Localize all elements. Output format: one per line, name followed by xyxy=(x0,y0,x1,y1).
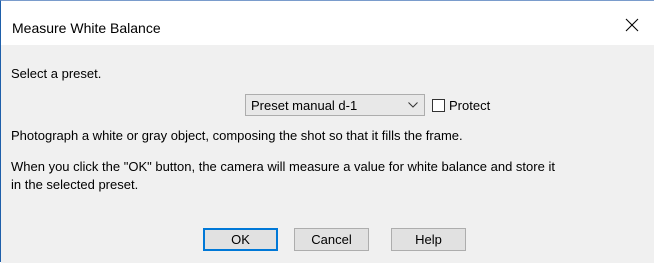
protect-checkbox-group[interactable]: Protect xyxy=(432,95,490,115)
info-text-line1: When you click the "OK" button, the came… xyxy=(11,159,555,174)
protect-label: Protect xyxy=(449,97,491,113)
dialog-body: Select a preset. Preset manual d-1 Prote… xyxy=(1,45,654,263)
cancel-button[interactable]: Cancel xyxy=(294,228,369,251)
dialog-title: Measure White Balance xyxy=(12,20,161,36)
preset-select-value: Preset manual d-1 xyxy=(251,97,358,113)
help-button[interactable]: Help xyxy=(391,228,466,251)
instruction-text: Photograph a white or gray object, compo… xyxy=(11,128,463,143)
protect-checkbox[interactable] xyxy=(432,98,445,112)
preset-select[interactable]: Preset manual d-1 xyxy=(245,94,425,116)
select-preset-label: Select a preset. xyxy=(11,66,102,81)
info-text-line2: in the selected preset. xyxy=(11,177,139,192)
measure-white-balance-dialog: Measure White Balance Select a preset. P… xyxy=(0,0,654,263)
chevron-down-icon xyxy=(402,95,424,115)
close-button[interactable] xyxy=(610,7,654,43)
ok-button[interactable]: OK xyxy=(203,228,278,251)
close-icon xyxy=(625,18,639,32)
title-bar: Measure White Balance xyxy=(1,1,654,45)
